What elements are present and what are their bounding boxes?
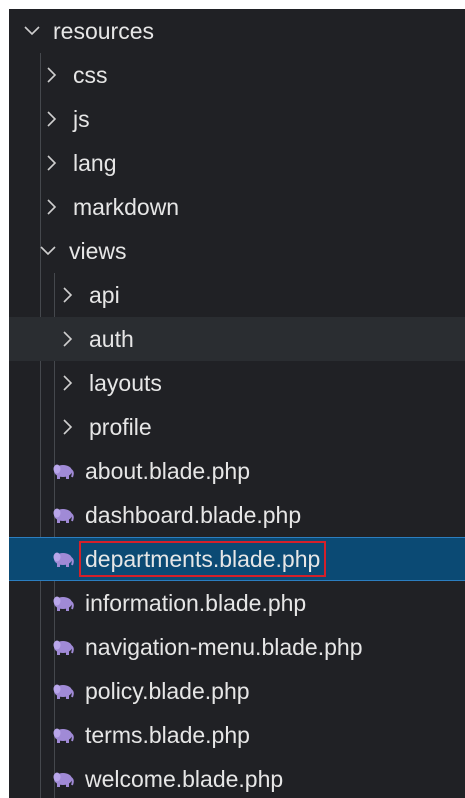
tree-item-layouts[interactable]: layouts bbox=[9, 361, 465, 405]
tree-item-lang[interactable]: lang bbox=[9, 141, 465, 185]
tree-item-resources[interactable]: resources bbox=[9, 9, 465, 53]
chevron-down-icon bbox=[39, 240, 57, 262]
file-item-navigation-menu[interactable]: navigation-menu.blade.php bbox=[9, 625, 465, 669]
chevron-right-icon bbox=[59, 372, 77, 394]
file-item-welcome[interactable]: welcome.blade.php bbox=[9, 757, 465, 798]
tree-item-api[interactable]: api bbox=[9, 273, 465, 317]
chevron-right-icon bbox=[43, 64, 61, 86]
tree-item-label: profile bbox=[89, 413, 152, 440]
php-elephant-icon bbox=[51, 461, 75, 481]
php-elephant-icon bbox=[51, 769, 75, 789]
chevron-right-icon bbox=[59, 284, 77, 306]
tree-item-label: layouts bbox=[89, 369, 162, 396]
tree-item-label: lang bbox=[73, 149, 117, 176]
file-item-label: welcome.blade.php bbox=[85, 765, 284, 792]
tree-item-label: views bbox=[69, 237, 127, 264]
file-item-terms[interactable]: terms.blade.php bbox=[9, 713, 465, 757]
file-item-policy[interactable]: policy.blade.php bbox=[9, 669, 465, 713]
chevron-right-icon bbox=[43, 108, 61, 130]
file-item-label: information.blade.php bbox=[85, 589, 307, 616]
tree-item-label: resources bbox=[53, 17, 154, 44]
tree-item-views[interactable]: views bbox=[9, 229, 465, 273]
tree-item-label: js bbox=[73, 105, 90, 132]
php-elephant-icon bbox=[51, 681, 75, 701]
file-item-label: about.blade.php bbox=[85, 457, 250, 484]
chevron-right-icon bbox=[43, 196, 61, 218]
tree-item-label: auth bbox=[89, 325, 134, 352]
file-item-label: dashboard.blade.php bbox=[85, 501, 302, 528]
tree-item-js[interactable]: js bbox=[9, 97, 465, 141]
file-item-departments[interactable]: departments.blade.php bbox=[9, 537, 465, 581]
chevron-down-icon bbox=[23, 20, 41, 42]
php-elephant-icon bbox=[51, 549, 75, 569]
tree-item-label: markdown bbox=[73, 193, 180, 220]
tree-item-auth[interactable]: auth bbox=[9, 317, 465, 361]
file-item-label: policy.blade.php bbox=[85, 677, 250, 704]
tree-item-markdown[interactable]: markdown bbox=[9, 185, 465, 229]
tree-item-label: css bbox=[73, 61, 108, 88]
chevron-right-icon bbox=[59, 328, 77, 350]
file-item-label: terms.blade.php bbox=[85, 721, 250, 748]
tree-item-label: api bbox=[89, 281, 120, 308]
tree-item-profile[interactable]: profile bbox=[9, 405, 465, 449]
chevron-right-icon bbox=[59, 416, 77, 438]
php-elephant-icon bbox=[51, 725, 75, 745]
file-item-label: departments.blade.php bbox=[79, 541, 327, 577]
php-elephant-icon bbox=[51, 505, 75, 525]
file-explorer: resources css js lang markdown views api… bbox=[9, 9, 465, 798]
file-item-information[interactable]: information.blade.php bbox=[9, 581, 465, 625]
file-item-dashboard[interactable]: dashboard.blade.php bbox=[9, 493, 465, 537]
tree-item-css[interactable]: css bbox=[9, 53, 465, 97]
chevron-right-icon bbox=[43, 152, 61, 174]
php-elephant-icon bbox=[51, 637, 75, 657]
file-item-about[interactable]: about.blade.php bbox=[9, 449, 465, 493]
php-elephant-icon bbox=[51, 593, 75, 613]
file-item-label: navigation-menu.blade.php bbox=[85, 633, 363, 660]
